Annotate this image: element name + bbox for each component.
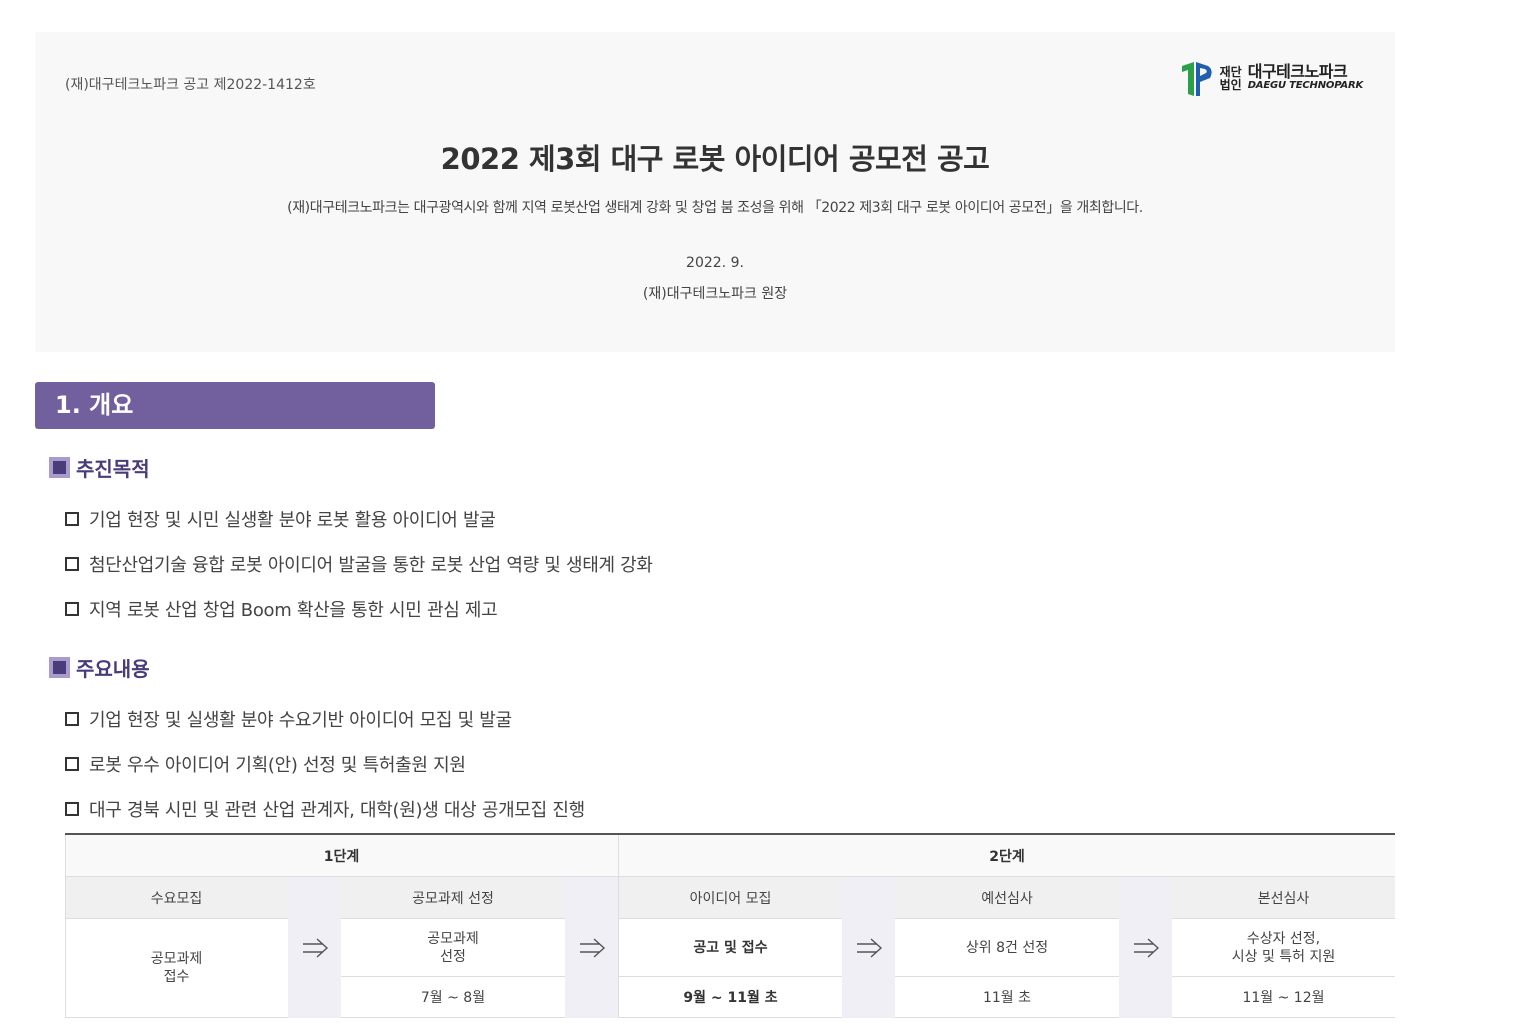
square-bullet-icon	[49, 657, 70, 678]
step-topic-selection: 공모과제 선정 공모과제 선정 7월 ~ 8월	[341, 877, 565, 1018]
list-item-text: 첨단산업기술 융합 로봇 아이디어 발굴을 통한 로봇 산업 역량 및 생태계 …	[89, 555, 653, 576]
list-item: 로봇 우수 아이디어 기획(안) 선정 및 특허출원 지원	[65, 751, 466, 777]
page-subtitle: (재)대구테크노파크는 대구광역시와 함께 지역 로봇산업 생태계 강화 및 창…	[287, 200, 1143, 216]
flow-arrow	[1119, 877, 1172, 1018]
list-item-text: 기업 현장 및 실생활 분야 수요기반 아이디어 모집 및 발굴	[89, 710, 512, 731]
checkbox-bullet-icon	[65, 802, 79, 816]
subheading-purpose: 추진목적	[49, 453, 150, 482]
logo-name-en: DAEGU TECHNOPARK	[1247, 80, 1364, 91]
flow-arrow	[288, 877, 341, 1018]
subheading-content-label: 주요내용	[76, 657, 150, 681]
step-period: 7월 ~ 8월	[341, 977, 565, 1018]
list-item-text: 로봇 우수 아이디어 기획(안) 선정 및 특허출원 지원	[89, 755, 466, 776]
step-head: 공모과제 선정	[341, 877, 565, 919]
square-bullet-icon	[49, 457, 70, 478]
logo-name-ko: 대구테크노파크	[1247, 62, 1348, 81]
notice-header: (재)대구테크노파크 공고 제2022-1412호 재단 법인 대구테크노파크 …	[35, 32, 1395, 352]
list-item-text: 기업 현장 및 시민 실생활 분야 로봇 활용 아이디어 발굴	[89, 510, 496, 531]
stage-row: 1단계 2단계	[65, 835, 1395, 877]
page-title: 2022 제3회 대구 로봇 아이디어 공모전 공고	[440, 142, 990, 176]
checkbox-bullet-icon	[65, 712, 79, 726]
checkbox-bullet-icon	[65, 602, 79, 616]
subheading-content: 주요내용	[49, 653, 150, 682]
step-idea-collection: 아이디어 모집 공고 및 접수 9월 ~ 11월 초	[618, 877, 842, 1018]
list-item: 대구 경북 시민 및 관련 산업 관계자, 대학(원)생 대상 공개모집 진행	[65, 796, 585, 822]
daegu-technopark-logo: 재단 법인 대구테크노파크 DAEGU TECHNOPARK	[1180, 60, 1363, 98]
step-body-line: 수상자 선정,	[1246, 930, 1321, 947]
flow-arrow	[565, 877, 618, 1018]
list-item: 첨단산업기술 융합 로봇 아이디어 발굴을 통한 로봇 산업 역량 및 생태계 …	[65, 551, 653, 577]
checkbox-bullet-icon	[65, 757, 79, 771]
step-preliminary-review: 예선심사 상위 8건 선정 11월 초	[895, 877, 1119, 1018]
step-body-line: 시상 및 특허 지원	[1231, 948, 1336, 965]
table-left-border	[65, 835, 66, 1018]
step-head: 예선심사	[895, 877, 1119, 919]
checkbox-bullet-icon	[65, 557, 79, 571]
subheading-purpose-label: 추진목적	[76, 457, 150, 481]
list-item-text: 지역 로봇 산업 창업 Boom 확산을 통한 시민 관심 제고	[89, 600, 498, 621]
stage-1-header: 1단계	[65, 835, 618, 877]
stage-2-header: 2단계	[618, 835, 1395, 877]
double-arrow-right-icon	[302, 937, 328, 958]
list-item: 지역 로봇 산업 창업 Boom 확산을 통한 시민 관심 제고	[65, 596, 498, 622]
double-arrow-right-icon	[856, 937, 882, 958]
step-body: 공모과제 선정	[341, 919, 565, 977]
step-body-line: 선정	[440, 948, 466, 965]
step-body: 상위 8건 선정	[895, 919, 1119, 977]
logo-text: 대구테크노파크 DAEGU TECHNOPARK	[1247, 62, 1364, 93]
step-body: 수상자 선정, 시상 및 특허 지원	[1172, 919, 1395, 977]
double-arrow-right-icon	[1133, 937, 1159, 958]
checkbox-bullet-icon	[65, 512, 79, 526]
step-head: 본선심사	[1172, 877, 1395, 919]
step-body: 공고 및 접수	[619, 919, 842, 977]
step-body-line: 접수	[163, 969, 190, 985]
step-final-review: 본선심사 수상자 선정, 시상 및 특허 지원 11월 ~ 12월	[1172, 877, 1395, 1018]
logo-foundation-label: 재단 법인	[1220, 66, 1242, 92]
process-flow-table: 1단계 2단계 수요모집 공모과제 접수 공모과제 선정 공모과제 선정 7월 …	[65, 833, 1395, 1018]
step-head: 수요모집	[65, 877, 288, 919]
double-arrow-right-icon	[579, 937, 605, 958]
step-body-line: 공모과제	[427, 930, 479, 947]
step-head: 아이디어 모집	[619, 877, 842, 919]
logo-small-2: 법인	[1219, 78, 1242, 92]
notice-date: 2022. 9.	[686, 255, 744, 271]
notice-signer: (재)대구테크노파크 원장	[642, 286, 788, 302]
notice-number: (재)대구테크노파크 공고 제2022-1412호	[65, 77, 316, 93]
flow-arrow	[842, 877, 895, 1018]
section-title-overview: 1. 개요	[35, 382, 435, 429]
step-body-line: 공모과제	[150, 951, 203, 967]
technopark-logo-icon	[1181, 62, 1212, 96]
list-item-text: 대구 경북 시민 및 관련 산업 관계자, 대학(원)생 대상 공개모집 진행	[89, 800, 585, 821]
step-body: 공모과제 접수	[65, 919, 288, 1018]
step-period: 11월 ~ 12월	[1172, 977, 1395, 1018]
list-item: 기업 현장 및 시민 실생활 분야 로봇 활용 아이디어 발굴	[65, 506, 496, 532]
step-period: 9월 ~ 11월 초	[619, 977, 842, 1018]
list-item: 기업 현장 및 실생활 분야 수요기반 아이디어 모집 및 발굴	[65, 706, 512, 732]
step-period: 11월 초	[895, 977, 1119, 1018]
step-demand-collection: 수요모집 공모과제 접수	[65, 877, 288, 1018]
